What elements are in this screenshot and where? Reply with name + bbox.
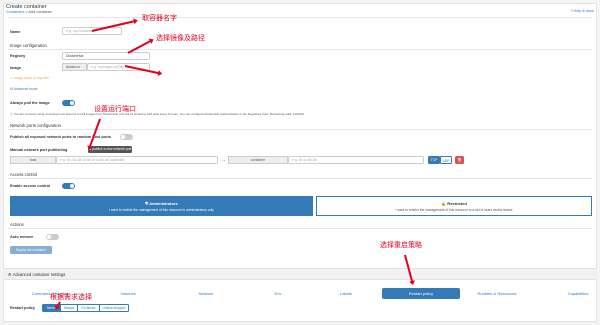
divider	[8, 49, 592, 50]
auto-remove-label: Auto remove	[10, 235, 34, 239]
tab-volumes[interactable]: Volumes	[106, 288, 150, 299]
access-control-title: Access control	[10, 172, 38, 177]
arrow-right-icon: →	[221, 157, 226, 163]
tab-network[interactable]: Network	[184, 288, 228, 299]
actions-title: Actions	[10, 222, 24, 227]
publish-port-button[interactable]: ⊕ publish a new network port	[88, 146, 132, 153]
container-addon: container	[228, 156, 288, 164]
restricted-desc: I want to restrict the management of thi…	[395, 208, 513, 212]
tab-capabilities[interactable]: Capabilities	[556, 288, 600, 299]
delete-port-button[interactable]: 🗑	[455, 156, 464, 164]
restart-policy-label: Restart policy	[10, 306, 36, 310]
always-pull-label: Always pull the image	[10, 101, 50, 105]
administrators-option[interactable]: ⛨ Administrators I want to restrict the …	[10, 196, 313, 216]
divider	[8, 228, 592, 229]
breadcrumb-containers-link[interactable]: Containers	[6, 10, 24, 14]
registry-select[interactable]: DockerHub	[62, 52, 150, 60]
image-label: Image	[10, 66, 21, 70]
annotation-ports: 设置运行端口	[94, 106, 136, 113]
host-addon: host	[10, 156, 56, 164]
ports-config-title: Network ports configuration	[10, 123, 61, 128]
annotation-restart: 选择重启策略	[380, 242, 422, 249]
restricted-option[interactable]: 🔒 Restricted I want to restrict the mana…	[316, 196, 592, 216]
image-config-title: Image configuration	[10, 43, 47, 48]
divider	[8, 17, 592, 18]
name-label: Name	[10, 30, 21, 34]
image-required-warning: ⚠ Image name is required.	[10, 76, 50, 80]
tab-restart-policy[interactable]: Restart policy	[382, 288, 460, 299]
restart-on-failure-option[interactable]: On failure	[77, 305, 99, 311]
registry-label: Registry	[10, 54, 26, 58]
rate-limit-note: ⓘ You are currently using an anonymous a…	[10, 112, 304, 116]
publish-all-label: Publish all exposed network ports to ran…	[10, 135, 111, 139]
restart-always-option[interactable]: Always	[59, 305, 78, 311]
tab-labels[interactable]: Labels	[324, 288, 368, 299]
udp-button[interactable]: UDP	[440, 156, 452, 164]
advanced-settings-title: ⚙ Advanced container settings	[8, 272, 66, 277]
advanced-mode-link[interactable]: ⚙ Advanced mode	[10, 87, 38, 91]
tab-env[interactable]: Env	[256, 288, 300, 299]
host-port-input[interactable]: e.g. 80, 80-88, ip:80 or ip:80-88 (optio…	[56, 156, 218, 164]
container-port-input[interactable]: e.g. 80 or 80-88	[288, 156, 424, 164]
advanced-settings-header	[3, 268, 597, 280]
auto-remove-toggle[interactable]	[46, 234, 59, 240]
image-registry-prefix: docker.io	[62, 63, 87, 71]
help-link[interactable]: ? Help & docs	[570, 9, 594, 13]
tcp-button[interactable]: TCP	[428, 156, 440, 164]
enable-access-label: Enable access control	[10, 184, 51, 188]
administrators-desc: I want to restrict the management of thi…	[109, 208, 214, 212]
trash-icon: 🗑	[457, 158, 462, 162]
divider	[8, 178, 592, 179]
breadcrumb-current: Add container	[28, 10, 52, 14]
breadcrumb: Containers > Add container	[6, 10, 52, 14]
annotation-name: 取容器名字	[142, 15, 177, 22]
restart-unless-stopped-option[interactable]: Unless stopped	[98, 305, 129, 311]
annotation-choose: 根据需求选择	[50, 294, 92, 301]
always-pull-toggle[interactable]	[62, 100, 75, 106]
deploy-container-button[interactable]: Deploy the container	[10, 246, 52, 254]
publish-all-toggle[interactable]	[120, 134, 133, 140]
tab-runtime-resources[interactable]: Runtime & Resources	[472, 288, 522, 299]
manual-publish-label: Manual network port publishing	[10, 148, 68, 152]
annotation-image: 选择镜像及路径	[156, 35, 205, 42]
enable-access-toggle[interactable]	[62, 183, 75, 189]
